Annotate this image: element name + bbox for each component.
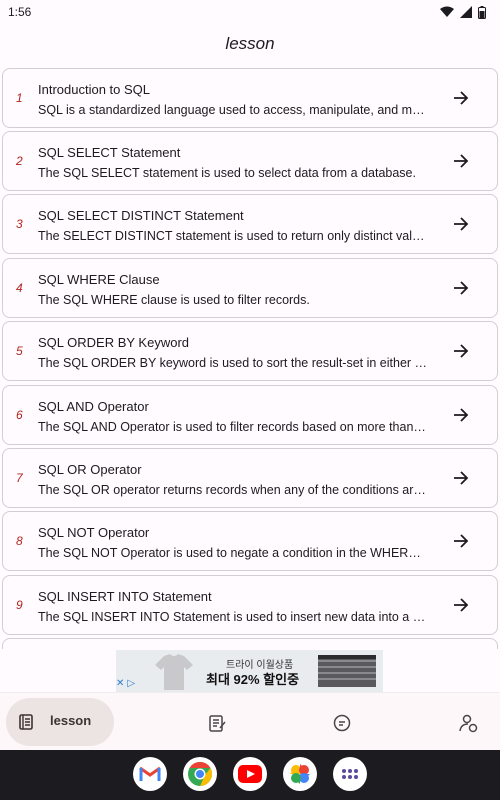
tshirt-image <box>155 654 193 690</box>
ad-close-icon[interactable]: ✕ <box>116 678 124 689</box>
lesson-description: The SQL NOT Operator is used to negate a… <box>38 546 428 560</box>
lesson-title: SQL INSERT INTO Statement <box>38 589 212 604</box>
lesson-list[interactable]: 1 Introduction to SQL SQL is a standardi… <box>0 67 500 649</box>
lesson-title: SQL AND Operator <box>38 399 149 414</box>
lesson-description: The SQL WHERE clause is used to filter r… <box>38 293 310 307</box>
lesson-description: The SQL AND Operator is used to filter r… <box>38 420 428 434</box>
lesson-number: 7 <box>16 471 23 485</box>
lesson-title: SQL WHERE Clause <box>38 272 160 287</box>
arrow-right-icon[interactable] <box>451 88 471 108</box>
lesson-title: SQL OR Operator <box>38 462 142 477</box>
arrow-right-icon[interactable] <box>451 405 471 425</box>
ad-choices[interactable]: ✕ ▷ <box>116 678 135 689</box>
nav-item-lesson[interactable]: lesson <box>6 698 114 746</box>
youtube-icon[interactable] <box>233 757 267 791</box>
lesson-number: 2 <box>16 154 23 168</box>
bottom-navigation: lesson <box>0 692 500 750</box>
lesson-description: The SQL ORDER BY keyword is used to sort… <box>38 356 428 370</box>
app-drawer-icon[interactable] <box>333 757 367 791</box>
lesson-number: 1 <box>16 91 23 105</box>
photos-icon[interactable] <box>283 757 317 791</box>
lesson-card-9[interactable]: 9 SQL INSERT INTO Statement The SQL INSE… <box>2 575 498 635</box>
battery-icon <box>478 5 486 19</box>
arrow-right-icon[interactable] <box>451 214 471 234</box>
arrow-right-icon[interactable] <box>451 531 471 551</box>
lesson-description: The SQL INSERT INTO Statement is used to… <box>38 610 428 624</box>
page-title: lesson <box>225 34 275 53</box>
gmail-icon[interactable] <box>133 757 167 791</box>
nav-label-lesson: lesson <box>50 713 92 728</box>
arrow-right-icon[interactable] <box>451 595 471 615</box>
lesson-description: SQL is a standardized language used to a… <box>38 103 428 117</box>
lesson-title: SQL ORDER BY Keyword <box>38 335 189 350</box>
arrow-right-icon[interactable] <box>451 278 471 298</box>
signal-icon <box>460 6 472 18</box>
lesson-description: The SQL SELECT statement is used to sele… <box>38 166 416 180</box>
lesson-number: 3 <box>16 217 23 231</box>
lesson-number: 8 <box>16 534 23 548</box>
nav-item-chat-icon[interactable] <box>332 713 352 733</box>
lesson-card-partial[interactable] <box>2 638 498 649</box>
shorts-image <box>318 655 376 687</box>
lesson-description: The SQL OR operator returns records when… <box>38 483 428 497</box>
chrome-icon[interactable] <box>183 757 217 791</box>
lesson-book-icon <box>19 714 33 730</box>
lesson-number: 6 <box>16 408 23 422</box>
lesson-title: SQL SELECT DISTINCT Statement <box>38 208 244 223</box>
arrow-right-icon[interactable] <box>451 151 471 171</box>
lesson-number: 4 <box>16 281 23 295</box>
lesson-card-8[interactable]: 8 SQL NOT Operator The SQL NOT Operator … <box>2 511 498 571</box>
lesson-title: Introduction to SQL <box>38 82 151 97</box>
lesson-card-2[interactable]: 2 SQL SELECT Statement The SQL SELECT st… <box>2 131 498 191</box>
lesson-card-7[interactable]: 7 SQL OR Operator The SQL OR operator re… <box>2 448 498 508</box>
lesson-card-6[interactable]: 6 SQL AND Operator The SQL AND Operator … <box>2 385 498 445</box>
lesson-card-5[interactable]: 5 SQL ORDER BY Keyword The SQL ORDER BY … <box>2 321 498 381</box>
arrow-right-icon[interactable] <box>451 468 471 488</box>
lesson-number: 9 <box>16 598 23 612</box>
ad-choices-icon[interactable]: ▷ <box>127 678 135 689</box>
ad-banner[interactable]: 트라이 이월상품 최대 92% 할인중 ✕ ▷ <box>116 650 383 692</box>
lesson-card-4[interactable]: 4 SQL WHERE Clause The SQL WHERE clause … <box>2 258 498 318</box>
nav-item-account-icon[interactable] <box>458 713 478 733</box>
status-bar: 1:56 <box>0 0 500 24</box>
lesson-title: SQL NOT Operator <box>38 525 150 540</box>
lesson-card-1[interactable]: 1 Introduction to SQL SQL is a standardi… <box>2 68 498 128</box>
lesson-number: 5 <box>16 344 23 358</box>
wifi-icon <box>440 6 454 17</box>
lesson-title: SQL SELECT Statement <box>38 145 181 160</box>
nav-item-quiz-icon[interactable] <box>207 713 227 733</box>
lesson-description: The SELECT DISTINCT statement is used to… <box>38 229 428 243</box>
app-bar: lesson <box>0 24 500 64</box>
status-icons <box>440 5 486 19</box>
status-time: 1:56 <box>8 5 32 19</box>
lesson-card-3[interactable]: 3 SQL SELECT DISTINCT Statement The SELE… <box>2 194 498 254</box>
arrow-right-icon[interactable] <box>451 341 471 361</box>
ad-text-line2: 최대 92% 할인중 <box>206 672 300 687</box>
